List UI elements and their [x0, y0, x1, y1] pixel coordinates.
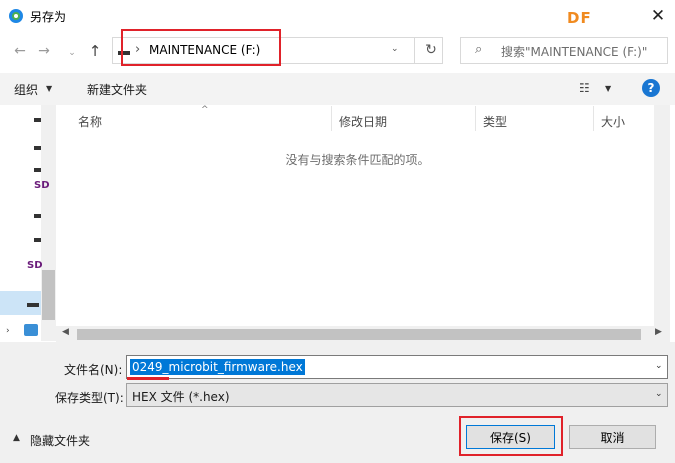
drive-icon	[118, 51, 130, 55]
caret-up-icon[interactable]: ▲	[13, 433, 20, 443]
expand-chevron-icon[interactable]: ›	[6, 326, 10, 336]
chevron-down-icon[interactable]: ⌄	[655, 389, 663, 399]
close-button[interactable]: ✕	[643, 2, 673, 30]
chevron-down-icon[interactable]: ⌄	[655, 361, 663, 371]
filename-field[interactable]: 0249_microbit_firmware.hex ⌄	[126, 355, 668, 379]
refresh-icon: ↻	[425, 42, 437, 58]
filename-value[interactable]: 0249_microbit_firmware.hex	[130, 359, 305, 375]
hide-folders-button[interactable]: 隐藏文件夹	[30, 432, 90, 449]
column-divider[interactable]	[331, 106, 332, 131]
arrow-up-icon: ↑	[88, 42, 102, 60]
sd-card-icon[interactable]: SD	[34, 181, 50, 191]
column-header-type[interactable]: 类型	[483, 113, 507, 130]
new-folder-button[interactable]: 新建文件夹	[87, 81, 147, 98]
drive-icon[interactable]	[34, 238, 41, 242]
column-header-name[interactable]: 名称	[78, 113, 102, 130]
address-divider	[414, 38, 415, 63]
organize-button[interactable]: 组织	[14, 81, 38, 98]
filetype-value: HEX 文件 (*.hex)	[132, 390, 230, 404]
arrow-right-icon: →	[38, 43, 50, 59]
navpane-scroll-thumb[interactable]	[42, 270, 55, 320]
filetype-select[interactable]: HEX 文件 (*.hex) ⌄	[126, 383, 668, 407]
filename-label: 文件名(N):	[64, 363, 123, 377]
forward-button[interactable]: →	[35, 40, 53, 62]
drive-icon[interactable]	[34, 214, 41, 218]
file-list[interactable]: ^	[56, 105, 669, 327]
caret-down-icon[interactable]: ▼	[605, 84, 611, 93]
search-placeholder: 搜索"MAINTENANCE (F:)"	[501, 45, 648, 59]
filelist-vertical-scrollbar[interactable]	[654, 105, 670, 327]
empty-results-message: 没有与搜索条件匹配的项。	[285, 153, 430, 167]
drive-icon[interactable]	[34, 118, 41, 122]
command-toolbar: 组织 ▼ 新建文件夹 ☷ ▼ ?	[0, 73, 675, 105]
annotation-underline	[127, 377, 169, 380]
breadcrumb-location[interactable]: MAINTENANCE (F:)	[149, 43, 260, 57]
cancel-button[interactable]: 取消	[569, 425, 656, 449]
close-icon: ✕	[650, 6, 666, 26]
app-browser-icon	[9, 9, 23, 23]
search-input[interactable]: ⌕ 搜索"MAINTENANCE (F:)"	[460, 37, 668, 64]
scroll-left-icon[interactable]: ◀	[62, 327, 69, 337]
address-dropdown-icon[interactable]: ⌄	[391, 44, 399, 54]
search-icon: ⌕	[475, 42, 483, 57]
nav-item-selected-drive[interactable]	[0, 291, 41, 315]
caret-down-icon[interactable]: ▼	[46, 84, 52, 93]
arrow-left-icon: ←	[14, 43, 26, 59]
help-icon: ?	[647, 81, 655, 95]
column-header-size[interactable]: 大小	[601, 113, 625, 130]
network-icon[interactable]	[24, 324, 38, 336]
help-button[interactable]: ?	[642, 79, 660, 97]
view-icon[interactable]: ☷	[579, 81, 590, 95]
drive-icon	[27, 303, 39, 307]
column-header-date[interactable]: 修改日期	[339, 113, 387, 130]
up-folder-button[interactable]: ↑	[86, 40, 104, 62]
back-button[interactable]: ←	[11, 40, 29, 62]
scroll-right-icon[interactable]: ▶	[655, 327, 662, 337]
filetype-label: 保存类型(T):	[55, 391, 124, 405]
column-divider[interactable]	[593, 106, 594, 131]
horizontal-scroll-thumb[interactable]	[77, 329, 641, 340]
save-button[interactable]: 保存(S)	[466, 425, 555, 449]
chevron-down-icon: ⌄	[68, 48, 76, 58]
recent-locations-button[interactable]: ⌄	[63, 42, 81, 64]
sort-ascending-icon: ^	[201, 105, 209, 115]
brand-logo: DF	[567, 9, 592, 27]
sd-card-icon[interactable]: SD	[27, 261, 43, 271]
drive-icon[interactable]	[34, 146, 41, 150]
breadcrumb-chevron-icon[interactable]: ›	[135, 42, 140, 57]
column-divider[interactable]	[475, 106, 476, 131]
refresh-button[interactable]: ↻	[421, 40, 441, 60]
address-bar[interactable]: › MAINTENANCE (F:) ⌄ ↻	[112, 37, 443, 64]
drive-icon[interactable]	[34, 168, 41, 172]
window-title: 另存为	[30, 10, 67, 24]
